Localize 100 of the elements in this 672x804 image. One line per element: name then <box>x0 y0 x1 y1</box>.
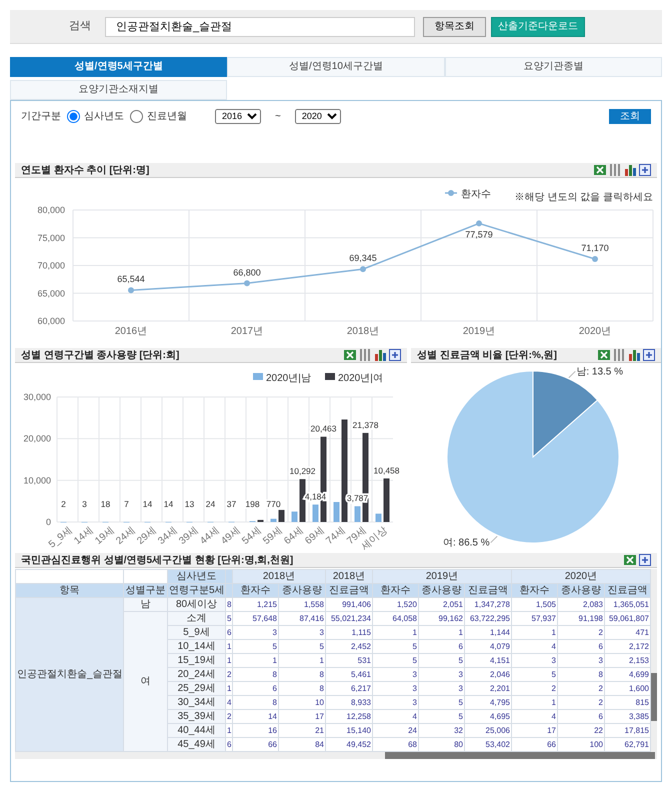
table-cell: 6 <box>558 640 604 654</box>
scrollbar-thumb[interactable] <box>385 752 655 759</box>
table-cell: 3 <box>278 626 326 640</box>
radio-label: 심사년도 <box>84 110 124 124</box>
table-cell: 8 <box>278 682 326 696</box>
header-cell: 2019년 <box>372 570 512 584</box>
leader-line <box>568 370 576 378</box>
table-cell: 55,021,234 <box>326 612 372 626</box>
expand-icon[interactable] <box>639 164 651 176</box>
table-cell: 8 <box>232 668 278 682</box>
tab[interactable]: 요양기관종별 <box>444 57 662 77</box>
tab[interactable]: 요양기관소재지별 <box>10 80 228 100</box>
table-cell: 1 <box>226 640 232 654</box>
data-point <box>592 256 598 262</box>
header-cell: 진료금액 <box>464 584 512 598</box>
table-cell: 12,258 <box>326 710 372 724</box>
table-cell: 5_9세 <box>168 626 226 640</box>
lookup-button[interactable]: 항목조회 <box>423 16 486 36</box>
tab[interactable]: 성별/연령5세구간별 <box>10 57 228 77</box>
axis-label: 2017년 <box>230 326 264 337</box>
data-label: 77,579 <box>465 229 493 240</box>
table-cell: 6 <box>226 626 232 640</box>
data-label: 66,800 <box>233 267 261 278</box>
bar-chart-icon[interactable] <box>624 164 636 176</box>
table-cell: 15,140 <box>326 724 372 738</box>
search-button[interactable]: 조회 <box>609 108 651 124</box>
table-cell: 3 <box>372 696 418 710</box>
table-cell: 30_34세 <box>168 696 226 710</box>
legend-swatch <box>325 373 335 380</box>
expand-icon[interactable] <box>639 554 651 566</box>
table-cell: 3 <box>418 682 464 696</box>
table-cell: 5 <box>278 640 326 654</box>
panel-title: 성별 연령구간별 종사용량 [단위:회] <box>21 348 180 362</box>
expand-icon[interactable] <box>643 349 655 361</box>
header-cell: 환자수 <box>372 584 418 598</box>
table-cell: 5 <box>232 640 278 654</box>
radio-button[interactable] <box>130 110 143 122</box>
table-cell: 99,162 <box>418 612 464 626</box>
bar-chart-icon[interactable] <box>628 349 640 361</box>
table-cell: 2 <box>512 682 558 696</box>
table-cell: 4,795 <box>464 696 512 710</box>
table-cell: 5 <box>512 668 558 682</box>
scrollbar-thumb[interactable] <box>651 673 657 721</box>
data-point <box>476 220 482 226</box>
excel-icon[interactable] <box>344 349 356 361</box>
table-cell: 8 <box>278 668 326 682</box>
data-label: 14 <box>142 499 152 509</box>
axis-label: 20,000 <box>23 434 51 444</box>
bar <box>312 504 318 522</box>
table-cell: 87,416 <box>278 612 326 626</box>
table-cell: 5 <box>226 612 232 626</box>
bar <box>376 514 382 522</box>
panel-title: 국민관심진료행위 성별/연령5세구간별 현황 [단위:명,회,천원] <box>21 554 294 568</box>
excel-icon[interactable] <box>624 554 636 566</box>
search-field[interactable]: 인공관절치환술_슬관절 <box>105 16 415 36</box>
table-cell: 1 <box>512 626 558 640</box>
table-cell: 2 <box>226 668 232 682</box>
table-cell: 20_24세 <box>168 668 226 682</box>
table-cell: 1 <box>418 626 464 640</box>
table-cell: 6 <box>232 682 278 696</box>
axis-label: 2020년 <box>578 326 612 337</box>
table-cell: 25,006 <box>464 724 512 738</box>
table-cell: 1,115 <box>326 626 372 640</box>
tab[interactable]: 성별/연령10세구간별 <box>227 57 445 77</box>
bar <box>292 512 298 522</box>
expand-icon[interactable] <box>389 349 401 361</box>
excel-icon[interactable] <box>598 349 610 361</box>
header-cell: 종사용량 <box>418 584 464 598</box>
header-cell: 종사용량 <box>278 584 326 598</box>
radio-label: 진료년월 <box>147 110 187 124</box>
table-cell: 15_19세 <box>168 654 226 668</box>
table-cell: 1 <box>226 724 232 738</box>
legend-label: 2020년|여 <box>338 373 383 384</box>
table-cell: 소계 <box>168 612 226 626</box>
table-cell: 40_44세 <box>168 724 226 738</box>
bar-chart-icon[interactable] <box>374 349 386 361</box>
table-cell: 1 <box>226 682 232 696</box>
data-label: 10,292 <box>290 466 316 476</box>
table-cell: 2 <box>558 682 604 696</box>
leader-line <box>490 536 498 544</box>
radio-button[interactable] <box>67 110 80 122</box>
table-cell: 8,933 <box>326 696 372 710</box>
table-cell: 4 <box>372 710 418 724</box>
table-cell: 4,695 <box>464 710 512 724</box>
columns-icon[interactable] <box>613 349 625 361</box>
header-cell: 2018년 <box>232 570 326 584</box>
table-cell: 6 <box>418 640 464 654</box>
table-cell: 5 <box>418 696 464 710</box>
table-cell: 17 <box>278 710 326 724</box>
excel-icon[interactable] <box>594 164 606 176</box>
data-label: 65,544 <box>117 274 145 284</box>
columns-icon[interactable] <box>359 349 371 361</box>
axis-label: 75,000 <box>37 232 65 243</box>
data-label: 24 <box>206 499 216 509</box>
data-label: 37 <box>226 499 236 509</box>
axis-label: 60,000 <box>37 316 65 326</box>
columns-icon[interactable] <box>609 164 621 176</box>
year-select[interactable]: 2020 <box>294 108 341 124</box>
year-select[interactable]: 2016 <box>215 108 261 124</box>
data-point <box>360 266 366 272</box>
